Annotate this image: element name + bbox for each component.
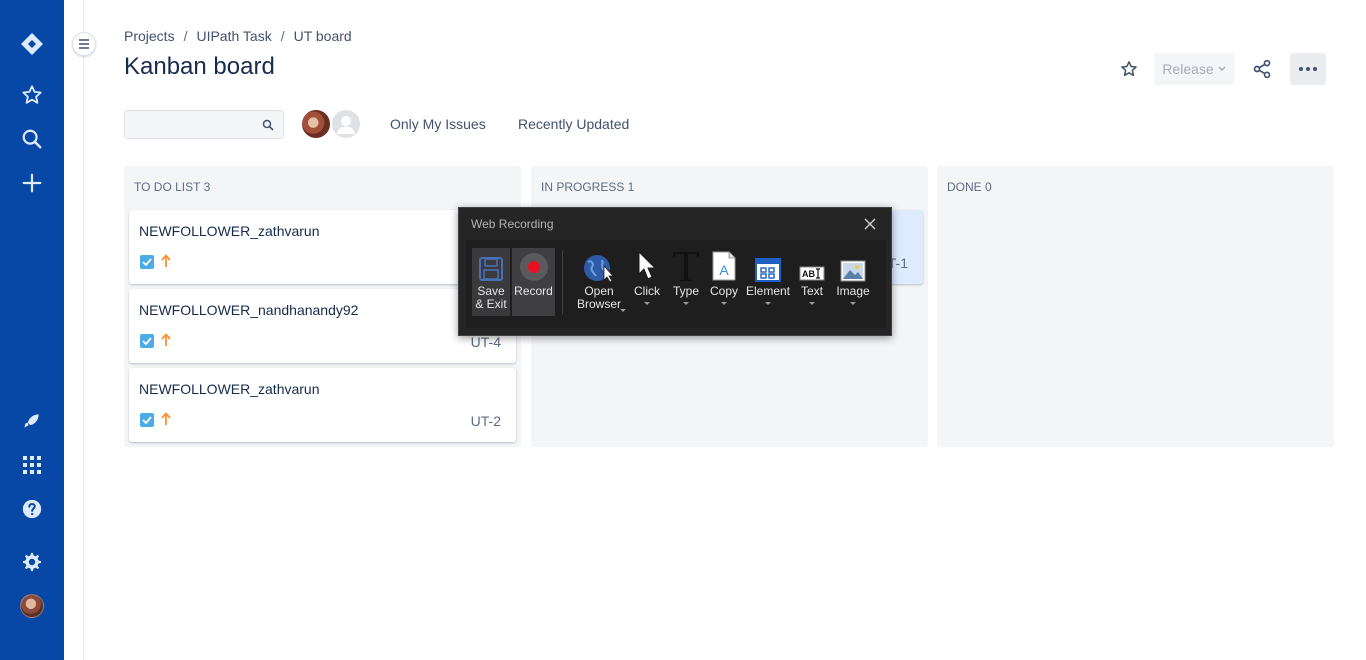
story-checkbox-icon: [140, 334, 154, 348]
toolbar-divider: [562, 250, 563, 314]
breadcrumb-separator: /: [183, 28, 188, 44]
chevron-down-icon: [620, 309, 626, 312]
card-key: UT-2: [470, 413, 501, 429]
text-button[interactable]: AB Text: [797, 248, 827, 316]
sidebar-divider: [83, 0, 84, 660]
breadcrumb-project[interactable]: UIPath Task: [196, 28, 271, 44]
star-icon: [1121, 61, 1137, 77]
story-checkbox-icon: [140, 255, 154, 269]
column-header: DONE 0: [947, 180, 992, 194]
board-search-input[interactable]: [124, 110, 284, 139]
global-navigation: [0, 0, 64, 660]
save-label: Save & Exit: [475, 284, 507, 311]
column-done: DONE 0: [937, 166, 1334, 447]
chevron-down-icon: [850, 302, 856, 305]
unassigned-avatar[interactable]: [330, 108, 362, 140]
record-button[interactable]: Record: [512, 248, 555, 316]
chevron-down-icon: [1218, 66, 1226, 72]
type-t-icon: [671, 248, 701, 282]
breadcrumb-board[interactable]: UT board: [294, 28, 352, 44]
breadcrumb-projects[interactable]: Projects: [124, 28, 175, 44]
only-my-issues-filter[interactable]: Only My Issues: [390, 116, 486, 132]
web-recording-toolbar: Web Recording Save & Exit Record Open Brow…: [458, 207, 892, 336]
globe-cursor-icon: [582, 248, 616, 282]
priority-high-icon: [161, 254, 171, 267]
recorder-title: Web Recording: [471, 217, 554, 231]
save-exit-button[interactable]: Save & Exit: [472, 248, 510, 316]
column-header: TO DO LIST 3: [134, 180, 211, 194]
create-plus-icon[interactable]: [16, 167, 48, 199]
svg-text:AB: AB: [802, 269, 815, 279]
copy-button[interactable]: A Copy: [709, 248, 739, 316]
star-board-button[interactable]: [1116, 53, 1142, 85]
release-button[interactable]: Release: [1154, 53, 1234, 85]
element-window-icon: [755, 248, 781, 282]
chevron-down-icon: [809, 302, 815, 305]
click-label: Click: [634, 284, 660, 298]
menu-icon: [79, 39, 89, 49]
record-icon: [519, 248, 549, 282]
chevron-down-icon: [683, 302, 689, 305]
card-summary: NEWFOLLOWER_nandhanandy92: [139, 302, 359, 318]
release-label: Release: [1162, 61, 1214, 77]
type-label: Type: [672, 284, 699, 298]
breadcrumb-separator: /: [280, 28, 285, 44]
chevron-down-icon: [721, 302, 727, 305]
record-label: Record: [514, 284, 553, 298]
breadcrumb: Projects / UIPath Task / UT board: [124, 28, 352, 44]
card-summary: NEWFOLLOWER_zathvarun: [139, 381, 320, 397]
profile-avatar[interactable]: [16, 590, 48, 622]
svg-text:A: A: [719, 262, 729, 278]
open-browser-label: Open Browser: [576, 284, 621, 311]
search-icon[interactable]: [16, 123, 48, 155]
recorder-tools: Save & Exit Record Open Browser Click Ty…: [466, 240, 886, 328]
person-icon: [337, 116, 355, 134]
share-button[interactable]: [1248, 53, 1276, 85]
chevron-down-icon: [765, 302, 771, 305]
rocket-icon[interactable]: [16, 405, 48, 437]
column-header: IN PROGRESS 1: [541, 180, 635, 194]
jira-logo-icon[interactable]: [16, 28, 48, 60]
text-label: Text: [800, 284, 823, 298]
copy-document-icon: A: [711, 248, 737, 282]
card-summary: NEWFOLLOWER_zathvarun: [139, 223, 320, 239]
pointer-icon: [635, 248, 659, 282]
priority-high-icon: [161, 412, 171, 425]
click-button[interactable]: Click: [632, 248, 662, 316]
close-button[interactable]: [861, 215, 879, 233]
type-button[interactable]: Type: [671, 248, 701, 316]
more-dots-icon: [1299, 67, 1317, 71]
star-icon[interactable]: [16, 79, 48, 111]
chevron-down-icon: [644, 302, 650, 305]
text-abi-icon: AB: [799, 248, 825, 282]
story-checkbox-icon: [140, 413, 154, 427]
element-button[interactable]: Element: [746, 248, 790, 316]
priority-high-icon: [161, 333, 171, 346]
search-icon: [262, 119, 274, 131]
image-icon: [840, 248, 866, 282]
recently-updated-filter[interactable]: Recently Updated: [518, 116, 629, 132]
save-disk-icon: [478, 248, 504, 282]
open-browser-button[interactable]: Open Browser: [576, 248, 626, 316]
image-label: Image: [836, 284, 870, 298]
settings-icon[interactable]: [16, 546, 48, 578]
user-avatar[interactable]: [300, 108, 332, 140]
sidebar-collapse-button[interactable]: [72, 32, 96, 56]
copy-label: Copy: [709, 284, 738, 298]
close-icon: [864, 218, 876, 230]
element-label: Element: [745, 284, 791, 298]
share-icon: [1253, 59, 1271, 79]
help-icon[interactable]: [16, 493, 48, 525]
image-button[interactable]: Image: [833, 248, 873, 316]
app-switcher-icon[interactable]: [16, 449, 48, 481]
card-key: UT-4: [470, 334, 501, 350]
issue-card[interactable]: NEWFOLLOWER_zathvarun UT-2: [129, 368, 516, 442]
more-actions-button[interactable]: [1290, 53, 1326, 85]
page-title: Kanban board: [124, 53, 275, 80]
